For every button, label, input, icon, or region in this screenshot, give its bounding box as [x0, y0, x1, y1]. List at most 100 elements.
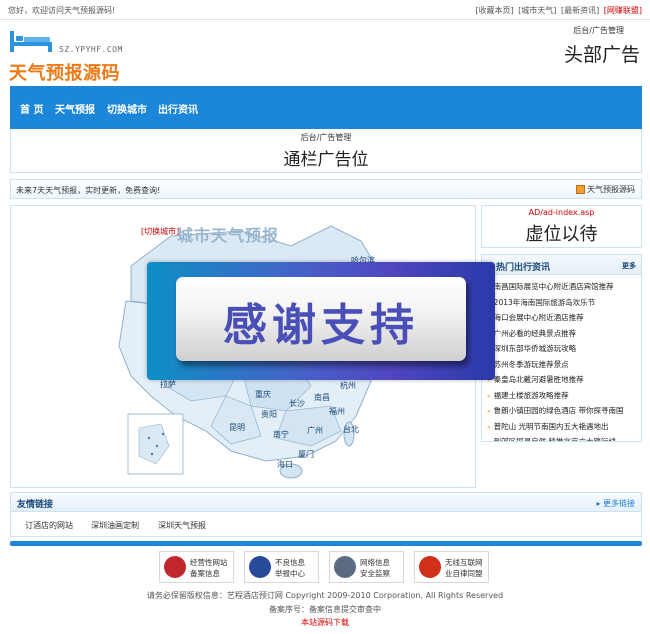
city-changsha[interactable]: 长沙 [289, 398, 305, 409]
notice-site-label: 天气预报源码 [587, 185, 635, 194]
news-item[interactable]: »广州必看的经典景点推荐 [487, 326, 641, 342]
notice-text: 未来7天天气预报，实时更新，免费查询! [16, 186, 161, 195]
certification-badge[interactable]: 不良信息 举报中心 [244, 551, 319, 583]
thanks-text: 感谢支持 [223, 300, 419, 351]
source-download-link[interactable]: 本站源码下载 [0, 617, 650, 628]
city-guiyang[interactable]: 贵阳 [261, 409, 277, 420]
badge-emblem-icon [419, 556, 441, 578]
friend-links-more-label: 更多链接 [603, 499, 635, 508]
travel-news-panel: 热门出行资讯 更多 »南昌国际展览中心附近酒店宾馆推荐»2013年海南国际旅游岛… [481, 254, 642, 442]
main-nav: 首 页 天气预报 切换城市 出行资讯 [10, 86, 642, 129]
news-item[interactable]: » 普陀山 光明节南国内五大艳遇地出 [487, 419, 641, 435]
latest-news-link[interactable]: [最新资讯] [561, 6, 599, 15]
side-ad-label: AD/ad-index.asp [528, 208, 595, 217]
news-item[interactable]: »南昌国际展览中心附近酒店宾馆推荐 [487, 279, 641, 295]
city-hangzhou[interactable]: 杭州 [340, 380, 356, 391]
city-fuzhou[interactable]: 福州 [329, 406, 345, 417]
header-ad[interactable]: 后台/广告管理 头部广告 [564, 25, 640, 67]
certification-badge[interactable]: 网络信息 安全监察 [329, 551, 404, 583]
side-ad-title: 虚位以待 [525, 224, 598, 245]
affiliate-link[interactable]: [网赚联盟] [604, 6, 642, 15]
top-bar: 您好，欢迎访问天气预报源码! [收藏本页] [城市天气] [最新资讯] [网赚联… [0, 0, 650, 20]
news-item-text: 到郊区探寻自然 精推北京六大踏行线 [493, 437, 617, 442]
city-weather-link[interactable]: [城市天气] [518, 6, 556, 15]
city-kunming[interactable]: 昆明 [229, 422, 245, 433]
news-item[interactable]: »到郊区探寻自然 精推北京六大踏行线 [487, 434, 641, 442]
badge-line-2: 业自律同盟 [445, 569, 483, 578]
bullet-icon: » [487, 439, 491, 441]
news-item[interactable]: » 鲁朗小镇田园的绿色酒店 带你探寻南国 [487, 403, 641, 419]
friend-link-hotel[interactable]: 订酒店的网站 [25, 520, 73, 531]
news-item[interactable]: » 秦皇岛北戴河避暑胜地推荐 [487, 372, 641, 388]
top-links: [收藏本页] [城市天气] [最新资讯] [网赚联盟] [473, 5, 642, 16]
city-lhasa[interactable]: 拉萨 [160, 379, 176, 390]
notice-bar: 未来7天天气预报，实时更新，免费查询! 天气预报源码 [10, 179, 642, 199]
news-item[interactable]: »2013年海南国际旅游岛欢乐节 [487, 295, 641, 311]
badge-line-2: 安全监察 [360, 569, 390, 578]
header-ad-title: 头部广告 [563, 44, 640, 66]
friend-links-header: 友情链接 ▸ 更多链接 [11, 493, 641, 512]
bullet-icon: » [487, 392, 491, 400]
city-xiamen[interactable]: 厦门 [298, 449, 314, 460]
city-haikou[interactable]: 海口 [277, 459, 293, 470]
city-taipei[interactable]: 台北 [343, 424, 359, 435]
news-item[interactable]: »深圳东部华侨城游玩攻略 [487, 341, 641, 357]
banner-ad[interactable]: 后台/广告管理 通栏广告位 [10, 129, 642, 173]
news-title: 热门出行资讯 [496, 263, 551, 273]
badge-line-1: 不良信息 [275, 558, 305, 567]
header-ad-label: 后台/广告管理 [573, 26, 624, 35]
news-more-link[interactable]: 更多 [622, 261, 636, 271]
news-list: »南昌国际展览中心附近酒店宾馆推荐»2013年海南国际旅游岛欢乐节»海口会展中心… [482, 275, 641, 442]
certification-badge[interactable]: 无线互联网业自律同盟 [414, 551, 489, 583]
news-item-text: 深圳东部华侨城游玩攻略 [493, 344, 577, 353]
notice-site-link[interactable]: 天气预报源码 [576, 184, 635, 195]
city-nanning[interactable]: 南宁 [273, 429, 289, 440]
map-title: 城市天气预报 [177, 226, 280, 245]
badge-line-1: 网络信息 [360, 558, 390, 567]
news-item-text: 普陀山 光明节南国内五大艳遇地出 [493, 421, 609, 431]
news-item-text: 海口会展中心附近酒店推荐 [493, 313, 584, 322]
friend-links: 友情链接 ▸ 更多链接 订酒店的网站 深圳油画定制 深圳天气预报 [10, 492, 642, 537]
news-item-text: 广州必看的经典景点推荐 [493, 328, 577, 338]
bookmark-link[interactable]: [收藏本页] [475, 6, 513, 15]
logo-domain: SZ.YPYHF.COM [59, 45, 123, 54]
news-item-text: 秦皇岛北戴河避暑胜地推荐 [493, 375, 584, 384]
bullet-icon: » [487, 423, 491, 431]
news-item-text: 福建土楼旅游攻略推荐 [493, 390, 569, 400]
footer-divider [10, 541, 642, 546]
copyright-text: 请务必保留版权信息：艺程酒店预订网 Copyright 2009-2010 Co… [146, 591, 504, 600]
news-item-text: 2013年海南国际旅游岛欢乐节 [493, 297, 596, 307]
certification-badge[interactable]: 经营性网站 备案信息 [159, 551, 234, 583]
nav-travel-news[interactable]: 出行资讯 [158, 101, 198, 116]
badge-emblem-icon [164, 556, 186, 578]
badge-line-1: 无线互联网 [445, 558, 483, 567]
friend-link-weather[interactable]: 深圳天气预报 [158, 520, 206, 531]
bullet-icon: » [487, 408, 491, 415]
news-header: 热门出行资讯 更多 [482, 255, 641, 275]
nav-switch-city[interactable]: 切换城市 [107, 101, 147, 116]
news-item-text: 苏州冬季游玩推荐景点 [493, 359, 569, 369]
city-chongqing[interactable]: 重庆 [255, 389, 271, 400]
city-guangzhou[interactable]: 广州 [307, 425, 323, 436]
news-item-text: 鲁朗小镇田园的绿色酒店 带你探寻南国 [493, 406, 624, 415]
banner-ad-title: 通栏广告位 [283, 150, 369, 170]
thanks-card: 感谢支持 [176, 277, 466, 361]
badge-line-1: 经营性网站 [190, 558, 228, 567]
friend-link-painting[interactable]: 深圳油画定制 [91, 520, 139, 531]
nav-home[interactable]: 首 页 [20, 101, 43, 116]
thanks-overlay-image: 感谢支持 [147, 262, 495, 380]
news-item[interactable]: »海口会展中心附近酒店推荐 [487, 310, 641, 326]
nav-forecast[interactable]: 天气预报 [55, 101, 95, 116]
side-ad[interactable]: AD/ad-index.asp 虚位以待 [481, 205, 642, 248]
news-item[interactable]: »苏州冬季游玩推荐景点 [487, 357, 641, 373]
icp-text: 备案序号：备案信息提交审查中 [269, 605, 381, 614]
switch-city-link[interactable]: [切换城市] [141, 226, 179, 237]
document-icon [576, 185, 585, 194]
bed-icon [10, 31, 52, 52]
news-item[interactable]: » 福建土楼旅游攻略推荐 [487, 388, 641, 404]
city-nanchang[interactable]: 南昌 [314, 392, 330, 403]
welcome-text: 您好，欢迎访问天气预报源码! [8, 6, 116, 15]
friend-links-more[interactable]: ▸ 更多链接 [596, 498, 635, 509]
site-logo[interactable]: SZ.YPYHF.COM 天气预报源码 [9, 27, 129, 84]
badge-emblem-icon [249, 556, 271, 578]
